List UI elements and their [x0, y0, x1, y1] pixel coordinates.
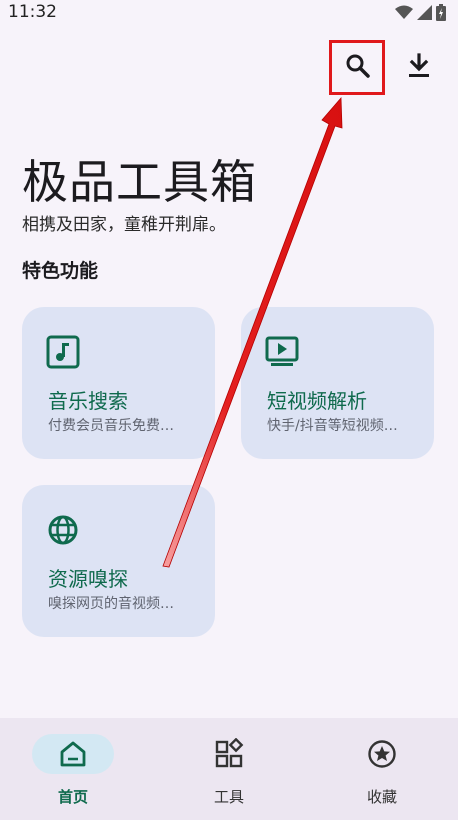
status-icons: [395, 4, 446, 25]
annotation-highlight-box: [329, 40, 385, 95]
nav-label: 工具: [213, 788, 244, 806]
battery-icon: [436, 4, 446, 25]
music-note-icon: [46, 335, 80, 369]
status-bar: 11:32: [0, 0, 458, 26]
card-description: 嗅探网页的音视频…: [48, 596, 174, 612]
feature-card-video-parse[interactable]: 短视频解析 快手/抖音等短视频…: [241, 307, 434, 459]
bottom-navigation: 首页 工具 收藏: [0, 718, 458, 820]
feature-card-music-search[interactable]: 音乐搜索 付费会员音乐免费…: [22, 307, 215, 459]
nav-item-home[interactable]: 首页: [0, 718, 152, 820]
home-icon: [57, 738, 89, 770]
status-time: 11:32: [8, 2, 57, 22]
card-title: 音乐搜索: [48, 389, 128, 413]
page-title: 极品工具箱: [22, 155, 257, 209]
nav-item-tools[interactable]: 工具: [153, 718, 305, 820]
nav-label: 收藏: [366, 788, 397, 806]
nav-label: 首页: [57, 788, 88, 806]
feature-card-resource-sniff[interactable]: 资源嗅探 嗅探网页的音视频…: [22, 485, 215, 637]
video-play-icon: [265, 335, 299, 369]
page-subtitle: 相携及田家，童稚开荆扉。: [22, 215, 226, 235]
globe-icon: [46, 513, 80, 547]
wifi-icon: [395, 5, 413, 24]
signal-icon: [417, 5, 432, 24]
section-title: 特色功能: [22, 260, 99, 282]
card-description: 快手/抖音等短视频…: [267, 418, 398, 434]
star-icon: [366, 738, 398, 770]
card-title: 短视频解析: [267, 389, 367, 413]
card-title: 资源嗅探: [48, 567, 128, 591]
nav-item-favorites[interactable]: 收藏: [306, 718, 458, 820]
download-button[interactable]: [402, 47, 436, 89]
card-description: 付费会员音乐免费…: [48, 418, 174, 434]
apps-icon: [213, 737, 245, 770]
download-icon: [407, 53, 431, 83]
